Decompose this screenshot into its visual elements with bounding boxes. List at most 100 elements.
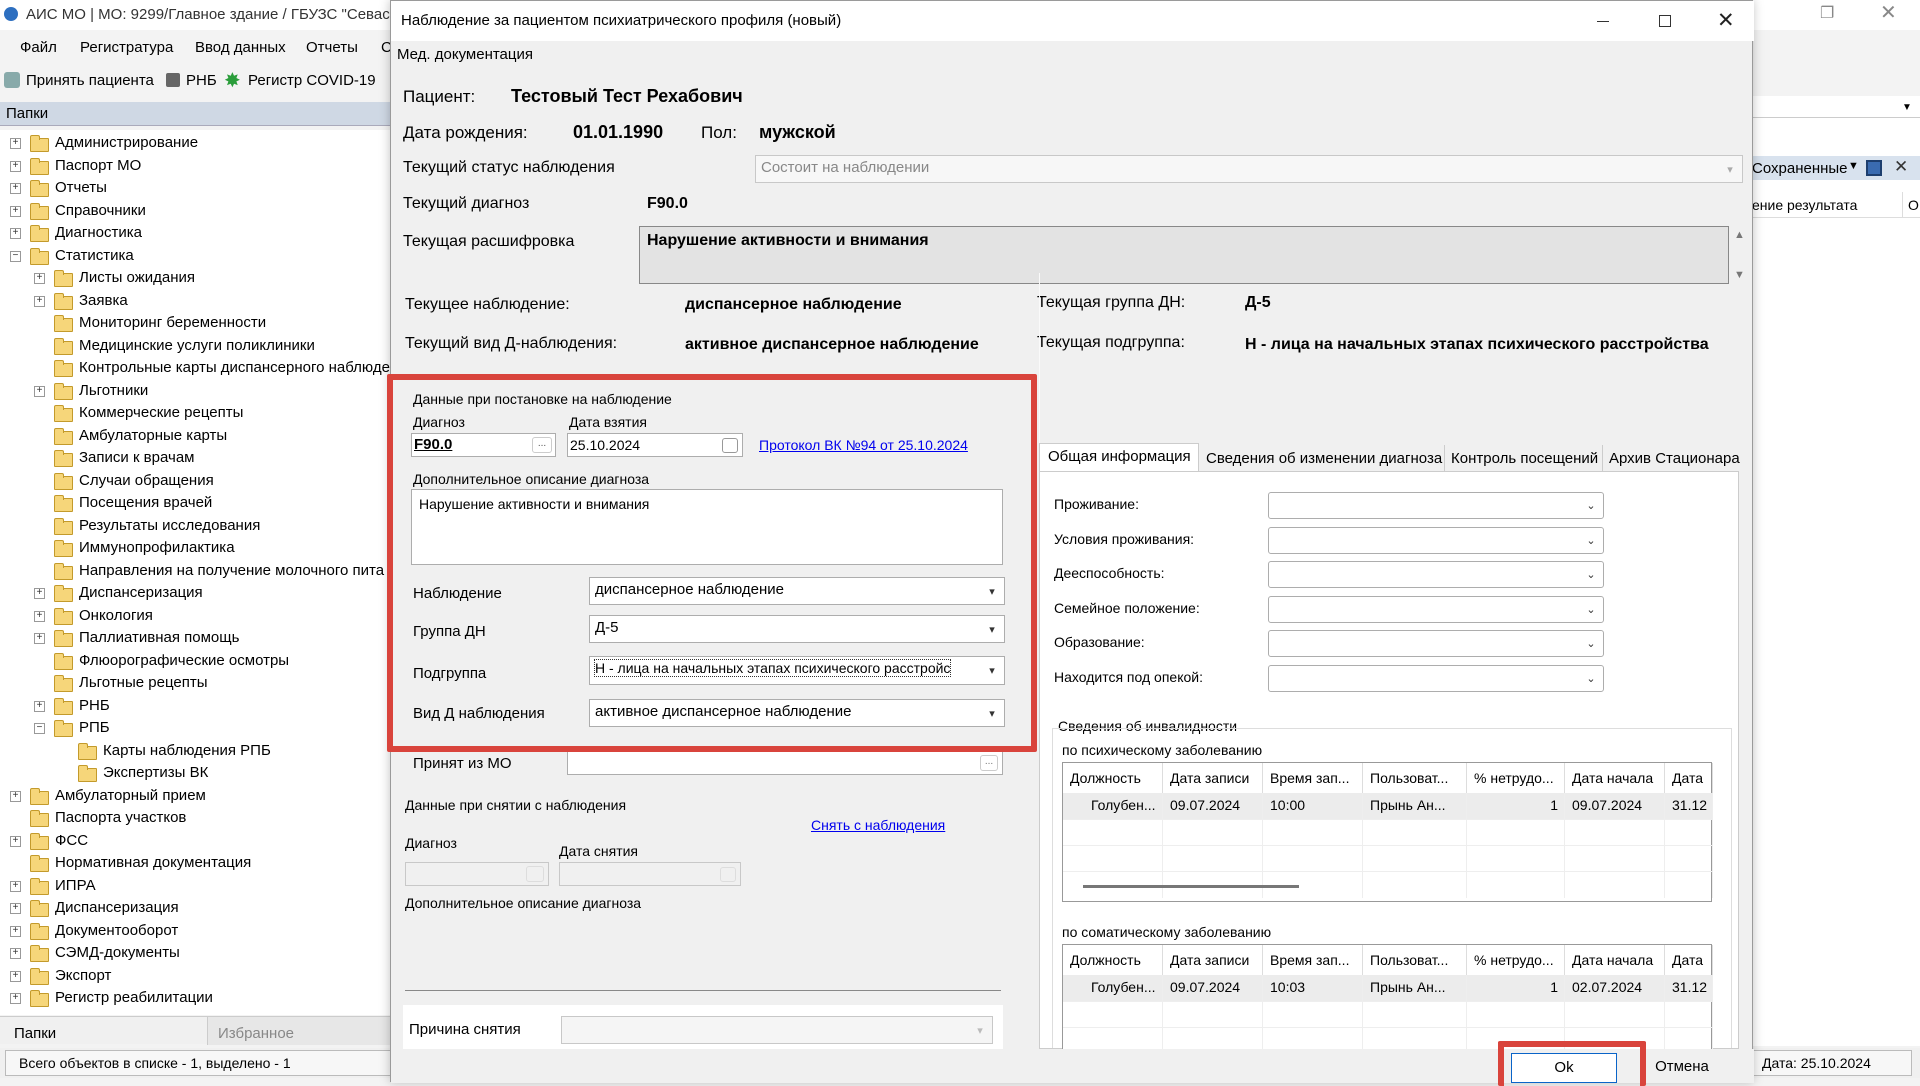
expand-icon[interactable]: + bbox=[10, 948, 21, 959]
tab-general[interactable]: Общая информация bbox=[1039, 443, 1199, 471]
tree-item[interactable]: Иммунопрофилактика bbox=[0, 538, 392, 560]
tab-favorites[interactable]: Избранное bbox=[207, 1017, 392, 1045]
somatic-grid[interactable]: Должность Дата записи Время зап... Пользова… bbox=[1062, 944, 1713, 1054]
expand-icon[interactable]: + bbox=[10, 925, 21, 937]
close-main-icon[interactable]: ✕ bbox=[1880, 0, 1897, 25]
expand-icon[interactable]: + bbox=[10, 160, 21, 172]
grid-row[interactable]: Голубен... 09.07.2024 10:00 Прынь Ан... 1 09.… bbox=[1063, 793, 1713, 819]
protocol-link[interactable]: Протокол ВК №94 от 25.10.2024 bbox=[759, 437, 968, 453]
tree-item[interactable]: Записи к врачам bbox=[0, 448, 392, 470]
tree-item[interactable]: + Листы ожидания bbox=[0, 268, 392, 290]
grid-column-header[interactable]: Дата начала bbox=[1565, 763, 1665, 793]
tree-item[interactable]: Мониторинг беременности bbox=[0, 313, 392, 335]
collapse-icon[interactable]: − bbox=[34, 723, 45, 734]
accept-patient-button[interactable]: Принять пациента bbox=[26, 72, 154, 89]
tree-item[interactable]: + Документооборот bbox=[0, 921, 392, 943]
grid-column-header[interactable]: % нетрудо... bbox=[1467, 763, 1565, 793]
expand-icon[interactable]: + bbox=[34, 588, 45, 599]
status-combo[interactable]: Состоит на наблюдении ▾ bbox=[755, 155, 1743, 183]
tree-item[interactable]: − РПБ bbox=[0, 718, 392, 740]
minimize-icon[interactable] bbox=[1597, 21, 1609, 22]
tree-item[interactable]: + Администрирование bbox=[0, 133, 392, 155]
general-field-combo[interactable]: ⌄ bbox=[1268, 630, 1604, 657]
tab-folders[interactable]: Папки bbox=[14, 1025, 56, 1042]
menu-registry[interactable]: Регистратура bbox=[80, 39, 173, 56]
ok-button[interactable]: Ok bbox=[1511, 1053, 1617, 1083]
expand-icon[interactable]: + bbox=[10, 138, 21, 149]
expand-icon[interactable]: + bbox=[10, 790, 21, 802]
unreg-diag-input[interactable] bbox=[405, 862, 549, 886]
tree-item[interactable]: + Льготники bbox=[0, 381, 392, 403]
tree-item[interactable]: Посещения врачей bbox=[0, 493, 392, 515]
tree-item[interactable]: Экспертизы ВК bbox=[0, 763, 392, 785]
from-mo-input[interactable]: ... bbox=[567, 751, 1003, 775]
grid-column-header[interactable]: Дата записи bbox=[1163, 945, 1263, 975]
menu-reports[interactable]: Отчеты bbox=[306, 39, 358, 56]
close-panel-icon[interactable]: ✕ bbox=[1894, 157, 1908, 177]
tree-item[interactable]: + Амбулаторный прием bbox=[0, 786, 392, 808]
tab-hospital-archive[interactable]: Архив Стационара bbox=[1603, 445, 1747, 471]
tree-item[interactable]: Случаи обращения bbox=[0, 471, 392, 493]
general-field-combo[interactable]: ⌄ bbox=[1268, 492, 1604, 519]
expand-icon[interactable]: + bbox=[34, 295, 45, 307]
lookup-button[interactable]: ... bbox=[532, 437, 552, 453]
unreg-extra-textarea[interactable] bbox=[405, 915, 1001, 991]
save-icon[interactable] bbox=[1866, 160, 1882, 176]
tree-item[interactable]: Контрольные карты диспансерного наблюде bbox=[0, 358, 392, 380]
tree-item[interactable]: Карты наблюдения РПБ bbox=[0, 741, 392, 763]
rnb-button[interactable]: РНБ bbox=[186, 72, 217, 89]
grid-column-header[interactable]: Пользоват... bbox=[1363, 945, 1467, 975]
tree-item[interactable]: + Диагностика bbox=[0, 223, 392, 245]
expand-icon[interactable]: + bbox=[10, 228, 21, 239]
grid-column-header[interactable]: Дата bbox=[1665, 945, 1713, 975]
tree-item[interactable]: + Регистр реабилитации bbox=[0, 988, 392, 1010]
tree-item[interactable]: Льготные рецепты bbox=[0, 673, 392, 695]
menu-med-docs[interactable]: Мед. документация bbox=[397, 46, 533, 63]
scroll-down-icon[interactable]: ▼ bbox=[1734, 269, 1745, 281]
grid-column-header[interactable]: Время зап... bbox=[1263, 945, 1363, 975]
mental-grid[interactable]: Должность Дата записи Время зап... Пользова… bbox=[1062, 762, 1713, 902]
grid-column-header[interactable]: % нетрудо... bbox=[1467, 945, 1565, 975]
close-dialog-icon[interactable]: ✕ bbox=[1717, 8, 1735, 33]
expand-icon[interactable]: + bbox=[34, 273, 45, 284]
grid-column-header[interactable]: Должность bbox=[1063, 763, 1163, 793]
tree-item[interactable]: Нормативная документация bbox=[0, 853, 392, 875]
menu-file[interactable]: Файл bbox=[20, 39, 57, 56]
tree-item[interactable]: + Заявка bbox=[0, 291, 392, 313]
covid-register-button[interactable]: Регистр COVID-19 bbox=[248, 72, 376, 89]
tree-item[interactable]: Амбулаторные карты bbox=[0, 426, 392, 448]
tree-item[interactable]: + ИПРА bbox=[0, 876, 392, 898]
expand-icon[interactable]: + bbox=[10, 903, 21, 914]
grid-row[interactable]: Голубен... 09.07.2024 10:03 Прынь Ан... 1 02.… bbox=[1063, 975, 1713, 1001]
tree-item[interactable]: + Диспансеризация bbox=[0, 898, 392, 920]
remove-observation-link[interactable]: Снять с наблюдения bbox=[811, 817, 945, 833]
restore-icon[interactable]: ❐ bbox=[1820, 3, 1834, 23]
lookup-button[interactable] bbox=[526, 866, 544, 882]
unreg-date-input[interactable] bbox=[559, 862, 741, 886]
horizontal-scrollbar[interactable] bbox=[1083, 885, 1299, 888]
grid-column-header[interactable]: Дата bbox=[1665, 763, 1713, 793]
tree-item[interactable]: + Экспорт bbox=[0, 966, 392, 988]
saved-label[interactable]: Сохраненные bbox=[1752, 160, 1848, 177]
expand-icon[interactable]: + bbox=[34, 610, 45, 622]
tree-item[interactable]: Флюорографические осмотры bbox=[0, 651, 392, 673]
grid-column-header[interactable]: Должность bbox=[1063, 945, 1163, 975]
tree-item[interactable]: Направления на получение молочного пита bbox=[0, 561, 392, 583]
expand-icon[interactable]: + bbox=[34, 385, 45, 397]
saved-chevron-icon[interactable]: ▼ bbox=[1848, 160, 1859, 172]
lookup-button[interactable]: ... bbox=[980, 755, 998, 771]
reg-subgroup-combo[interactable]: Н - лица на начальных этапах психическог… bbox=[589, 656, 1005, 685]
reg-kind-combo[interactable]: активное диспансерное наблюдение ▾ bbox=[589, 699, 1005, 727]
tree-item[interactable]: + РНБ bbox=[0, 696, 392, 718]
reg-diag-input[interactable]: F90.0 ... bbox=[411, 433, 556, 457]
tree-item[interactable]: + Паллиативная помощь bbox=[0, 628, 392, 650]
maximize-icon[interactable] bbox=[1659, 15, 1671, 27]
menu-data-input[interactable]: Ввод данных bbox=[195, 39, 286, 56]
reg-obs-combo[interactable]: диспансерное наблюдение ▾ bbox=[589, 577, 1005, 605]
expand-icon[interactable]: + bbox=[10, 970, 21, 982]
reg-extra-textarea[interactable]: Нарушение активности и внимания bbox=[411, 489, 1003, 565]
tree-item[interactable]: Паспорта участков bbox=[0, 808, 392, 830]
tree-item[interactable]: + Онкология bbox=[0, 606, 392, 628]
expand-icon[interactable]: + bbox=[10, 205, 21, 217]
general-field-combo[interactable]: ⌄ bbox=[1268, 664, 1604, 692]
